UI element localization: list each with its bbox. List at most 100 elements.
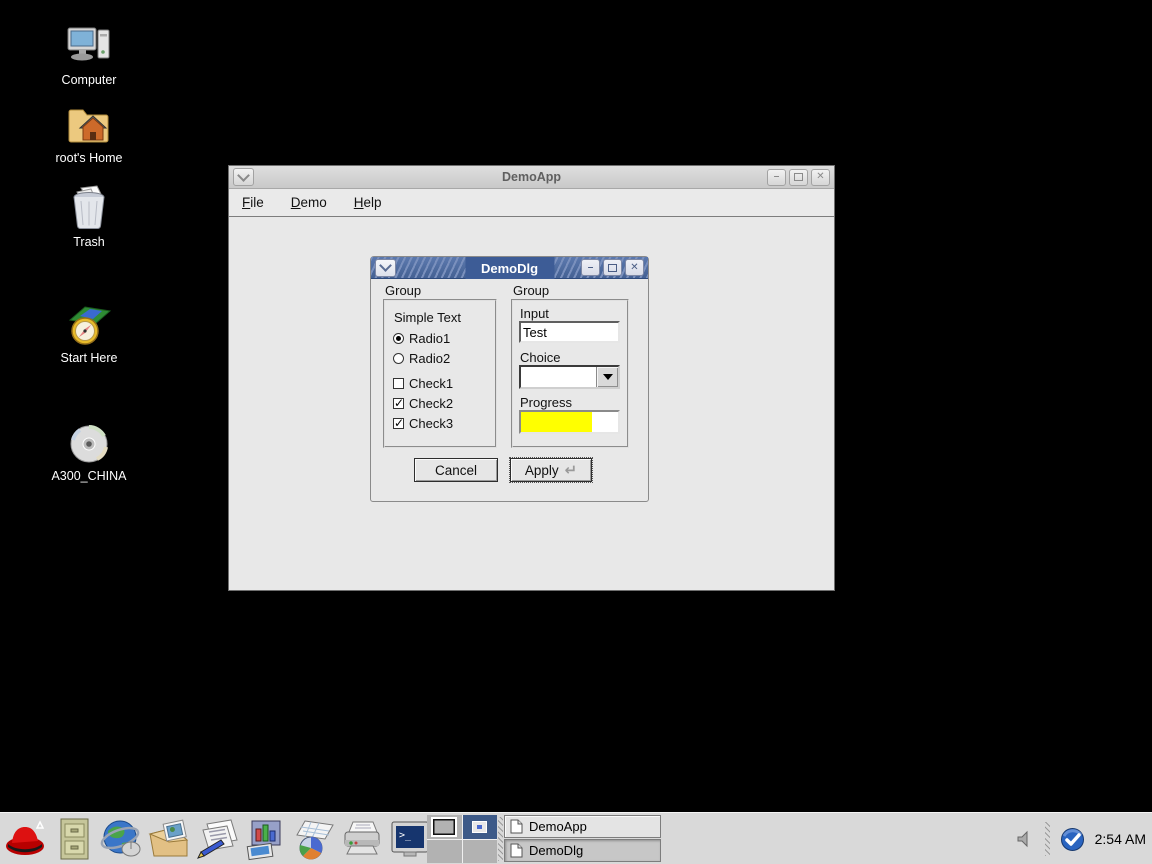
checkbox-label: Check1 — [409, 376, 453, 391]
spreadsheet-launcher[interactable] — [290, 816, 338, 862]
window-menu-button[interactable] — [375, 259, 396, 277]
input-field[interactable] — [519, 321, 620, 343]
main-menu-button[interactable] — [2, 816, 50, 862]
update-check-icon[interactable] — [1060, 827, 1085, 852]
close-button[interactable]: ✕ — [811, 169, 830, 186]
choice-label: Choice — [520, 350, 560, 365]
maximize-button[interactable] — [603, 259, 622, 276]
trash-icon — [67, 184, 111, 232]
simple-text-label: Simple Text — [394, 310, 461, 325]
terminal-icon: >_ — [388, 819, 432, 859]
file-cabinet-icon — [56, 817, 92, 861]
demodlg-titlebar[interactable]: DemoDlg – ✕ — [371, 257, 648, 279]
left-groupbox: Simple Text Radio1 Radio2 Check1 Check2 — [383, 299, 497, 448]
checkbox-indicator — [393, 418, 404, 429]
desktop-icon-roots-home[interactable]: root's Home — [29, 102, 149, 165]
desktop-icon-label: Computer — [62, 73, 117, 87]
checkbox-label: Check2 — [409, 396, 453, 411]
presentation-launcher[interactable] — [242, 816, 290, 862]
redhat-menu-icon — [4, 818, 48, 860]
pager-desktop-4[interactable] — [463, 840, 498, 864]
radio-radio2[interactable]: Radio2 — [393, 351, 450, 366]
desktop: Computer root's Home Trash — [0, 0, 1152, 864]
cancel-button[interactable]: Cancel — [414, 458, 498, 482]
return-arrow-icon: ↵ — [565, 463, 578, 478]
desktop-icon-label: Start Here — [61, 351, 118, 365]
menu-file[interactable]: File — [242, 195, 264, 210]
maximize-button[interactable] — [789, 169, 808, 186]
home-folder-icon — [66, 102, 112, 148]
menu-help[interactable]: Help — [354, 195, 382, 210]
desktop-icon-label: Trash — [73, 235, 105, 249]
word-processor-launcher[interactable] — [194, 816, 242, 862]
task-label: DemoApp — [529, 819, 587, 834]
desktop-icon-a300-china[interactable]: A300_CHINA — [29, 422, 149, 483]
chevron-down-icon — [237, 169, 250, 182]
window-title: DemoDlg — [465, 257, 554, 279]
radio-radio1[interactable]: Radio1 — [393, 331, 450, 346]
radio-label: Radio1 — [409, 331, 450, 346]
compass-icon — [66, 302, 112, 348]
pager-window-mini — [472, 821, 487, 833]
checkbox-check3[interactable]: Check3 — [393, 416, 453, 431]
window-title: DemoApp — [229, 170, 834, 184]
menu-demo[interactable]: Demo — [291, 195, 327, 210]
pager-desktop-3[interactable] — [427, 840, 462, 864]
system-tray: 2:54 AM — [1015, 813, 1146, 864]
word-processor-icon — [195, 818, 241, 860]
workspace-pager[interactable] — [427, 815, 497, 863]
checkbox-label: Check3 — [409, 416, 453, 431]
checkbox-indicator — [393, 378, 404, 389]
tray-drag-handle[interactable] — [1045, 822, 1050, 856]
desktop-icon-trash[interactable]: Trash — [29, 184, 149, 249]
demodlg-body: Group Group Simple Text Radio1 Radio2 Ch… — [371, 279, 648, 501]
tasklist: DemoApp DemoDlg — [504, 815, 661, 863]
radio-indicator — [393, 333, 404, 344]
apply-button-label: Apply — [525, 463, 559, 478]
pager-window-outline — [431, 817, 457, 837]
checkbox-check1[interactable]: Check1 — [393, 376, 453, 391]
task-demodlg[interactable]: DemoDlg — [504, 839, 661, 862]
demoapp-titlebar[interactable]: DemoApp – ✕ — [229, 166, 834, 189]
svg-text:>_: >_ — [399, 830, 412, 841]
apply-button[interactable]: Apply ↵ — [510, 458, 592, 482]
input-label: Input — [520, 306, 549, 321]
email-launcher[interactable] — [146, 816, 194, 862]
desktop-icon-label: A300_CHINA — [51, 469, 126, 483]
radio-label: Radio2 — [409, 351, 450, 366]
right-groupbox: Input Choice Progress — [511, 299, 629, 448]
minimize-button[interactable]: – — [581, 259, 600, 276]
computer-icon — [66, 24, 112, 70]
printer-launcher[interactable] — [338, 816, 386, 862]
pager-desktop-1[interactable] — [427, 815, 462, 839]
cdrom-icon — [67, 422, 111, 466]
choice-dropdown[interactable] — [519, 365, 620, 389]
task-label: DemoDlg — [529, 843, 583, 858]
checkbox-indicator — [393, 398, 404, 409]
web-browser-icon — [100, 817, 144, 861]
progress-bar — [519, 410, 620, 434]
desktop-icon-start-here[interactable]: Start Here — [29, 302, 149, 365]
checkbox-check2[interactable]: Check2 — [393, 396, 453, 411]
task-demoapp[interactable]: DemoApp — [504, 815, 661, 838]
close-button[interactable]: ✕ — [625, 259, 644, 276]
minimize-button[interactable]: – — [767, 169, 786, 186]
tasklist-drag-handle[interactable] — [498, 817, 503, 861]
taskbar-clock[interactable]: 2:54 AM — [1095, 831, 1146, 847]
speaker-icon[interactable] — [1015, 829, 1035, 849]
chevron-down-icon — [379, 259, 392, 272]
document-icon — [510, 843, 523, 858]
window-menu-button[interactable] — [233, 168, 254, 186]
pager-desktop-2-active[interactable] — [463, 815, 498, 839]
dropdown-button[interactable] — [596, 367, 618, 387]
menubar: File Demo Help — [229, 189, 834, 217]
file-manager-launcher[interactable] — [50, 816, 98, 862]
web-browser-launcher[interactable] — [98, 816, 146, 862]
desktop-icon-computer[interactable]: Computer — [29, 24, 149, 87]
maximize-icon — [794, 173, 803, 181]
taskbar: >_ DemoApp — [0, 812, 1152, 864]
taskbar-launchers: >_ — [2, 816, 434, 862]
printer-icon — [339, 818, 385, 860]
choice-value — [521, 367, 596, 387]
cancel-button-label: Cancel — [435, 463, 477, 478]
